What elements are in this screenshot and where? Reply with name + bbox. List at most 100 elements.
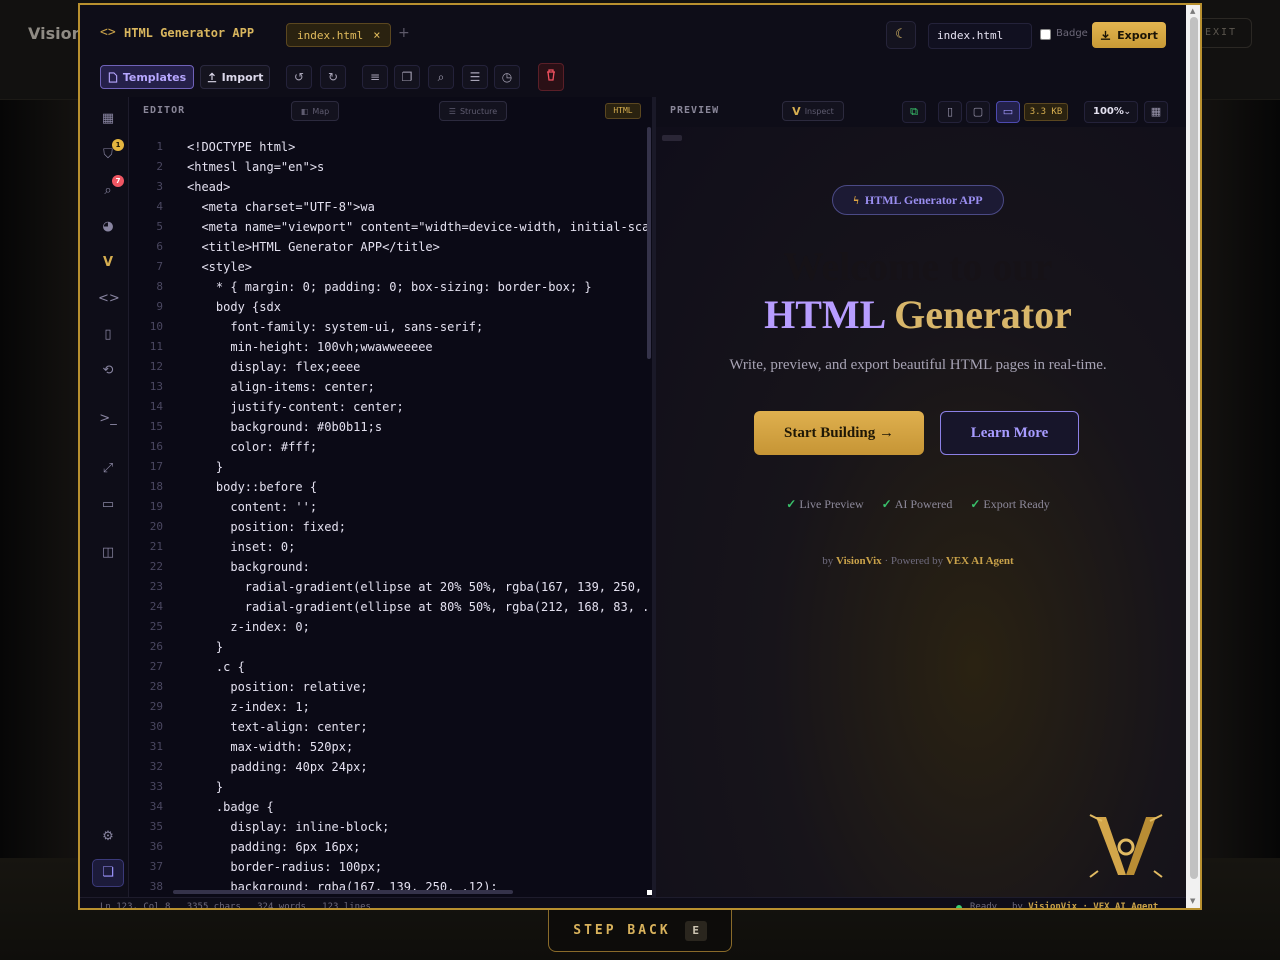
code-line[interactable]: .c { — [187, 657, 649, 677]
code-line[interactable]: position: fixed; — [187, 517, 649, 537]
code-line[interactable]: * { margin: 0; padding: 0; box-sizing: b… — [187, 277, 649, 297]
docs-button[interactable]: ❏ — [92, 859, 124, 887]
code-line[interactable]: } — [187, 637, 649, 657]
code-line[interactable]: body {sdx — [187, 297, 649, 317]
open-external-button[interactable]: ⧉ — [902, 101, 926, 123]
window-scrollbar[interactable]: ▲ ▼ — [1186, 5, 1200, 908]
settings-icon[interactable]: ⚙ — [98, 827, 118, 847]
refresh-icon[interactable]: ⟲ — [98, 361, 118, 381]
expand-icon[interactable]: ⤢ — [98, 459, 118, 479]
line-number: 20 — [149, 520, 163, 533]
templates-label: Templates — [122, 70, 187, 84]
scrollbar-thumb[interactable] — [1190, 17, 1198, 879]
code-line[interactable]: <htmesl lang="en">s — [187, 157, 649, 177]
code-line[interactable]: content: ''; — [187, 497, 649, 517]
code-line[interactable]: <meta name="viewport" content="width=dev… — [187, 217, 649, 237]
filename-input[interactable]: index.html — [928, 23, 1032, 49]
code-line[interactable]: max-width: 520px; — [187, 737, 649, 757]
grid-icon[interactable]: ▦ — [98, 109, 118, 129]
code-line[interactable]: display: flex;eeee — [187, 357, 649, 377]
code-line[interactable]: .badge { — [187, 797, 649, 817]
tablet-view-button[interactable]: ▢ — [966, 101, 990, 123]
code-line[interactable]: <head> — [187, 177, 649, 197]
undo-button[interactable]: ↺ — [286, 65, 312, 89]
format-button[interactable]: ≡ — [362, 65, 388, 89]
code-line[interactable]: min-height: 100vh;wwawweeeee — [187, 337, 649, 357]
editor-title: EDITOR — [143, 105, 186, 116]
desktop-view-button[interactable]: ▭ — [996, 101, 1020, 123]
templates-button[interactable]: Templates — [100, 65, 194, 89]
code-line[interactable]: body::before { — [187, 477, 649, 497]
code-area[interactable]: <!DOCTYPE html> <htmesl lang="en">s <head>… — [187, 137, 649, 897]
mobile-view-button[interactable]: ▯ — [938, 101, 962, 123]
code-line[interactable]: background: #0b0b11;s — [187, 417, 649, 437]
wrap-button[interactable]: ☰ — [462, 65, 488, 89]
terminal-icon[interactable]: >_ — [98, 409, 118, 429]
code-line[interactable]: <!DOCTYPE html> — [187, 137, 649, 157]
learn-more-button[interactable]: Learn More — [940, 411, 1079, 455]
credit-by: by — [822, 555, 837, 567]
theme-toggle-button[interactable]: ☾ — [886, 21, 916, 49]
badge-checkbox[interactable] — [1040, 29, 1051, 40]
code-line[interactable]: justify-content: center; — [187, 397, 649, 417]
clipboard-icon[interactable]: ▯ — [98, 325, 118, 345]
credit-agent[interactable]: VEX AI Agent — [946, 555, 1014, 567]
code-icon[interactable]: <> — [98, 289, 120, 309]
code-line[interactable]: radial-gradient(ellipse at 20% 50%, rgba… — [187, 577, 649, 597]
code-line[interactable]: display: inline-block; — [187, 817, 649, 837]
credit-brand[interactable]: VisionVix — [836, 555, 882, 567]
structure-toggle[interactable]: ☰ Structure — [439, 101, 507, 121]
code-line[interactable]: <meta charset="UTF-8">wa — [187, 197, 649, 217]
code-line[interactable]: color: #fff; — [187, 437, 649, 457]
code-line[interactable]: border-radius: 100px; — [187, 857, 649, 877]
code-line[interactable]: inset: 0; — [187, 537, 649, 557]
code-line[interactable]: z-index: 1; — [187, 697, 649, 717]
monitor-icon[interactable]: ▭ — [98, 495, 118, 515]
scroll-down-arrow-icon[interactable]: ▼ — [1190, 897, 1195, 905]
copy-button[interactable]: ❐ — [394, 65, 420, 89]
code-line[interactable]: radial-gradient(ellipse at 80% 50%, rgba… — [187, 597, 649, 617]
tablet-icon: ▢ — [972, 105, 984, 118]
code-line[interactable]: padding: 6px 16px; — [187, 837, 649, 857]
status-dot-icon — [956, 905, 962, 908]
import-button[interactable]: Import — [200, 65, 270, 89]
code-line[interactable]: background: rgba(167, 139, 250, .12); — [187, 877, 649, 897]
inspect-toggle[interactable]: V Inspect — [782, 101, 844, 121]
code-line[interactable]: z-index: 0; — [187, 617, 649, 637]
redo-button[interactable]: ↻ — [320, 65, 346, 89]
code-line[interactable]: align-items: center; — [187, 377, 649, 397]
history-button[interactable]: ◷ — [494, 65, 520, 89]
search-button[interactable]: ⌕ — [428, 65, 454, 89]
zoom-select[interactable]: 100% ⌄ — [1084, 101, 1138, 123]
status-brand-link[interactable]: VisionVix · VEX AI Agent — [1028, 902, 1158, 908]
line-number: 15 — [149, 420, 163, 433]
vision-logo-icon[interactable]: V — [98, 253, 118, 273]
exit-button[interactable]: EXIT — [1194, 18, 1252, 48]
code-line[interactable]: } — [187, 457, 649, 477]
credits-line: by VisionVix · Powered by VEX AI Agent — [656, 555, 1180, 567]
code-line[interactable]: position: relative; — [187, 677, 649, 697]
feature-item: ✓ AI Powered — [882, 497, 953, 512]
grid-overlay-button[interactable]: ▦ — [1144, 101, 1168, 123]
map-toggle[interactable]: ◧ Map — [291, 101, 339, 121]
step-back-button[interactable]: STEP BACK E — [548, 910, 732, 952]
scroll-up-arrow-icon[interactable]: ▲ — [1190, 7, 1195, 15]
code-line[interactable]: <style> — [187, 257, 649, 277]
code-line[interactable]: font-family: system-ui, sans-serif; — [187, 317, 649, 337]
close-icon[interactable]: × — [373, 28, 380, 42]
code-line[interactable]: <title>HTML Generator APP</title> — [187, 237, 649, 257]
code-line[interactable]: padding: 40px 24px; — [187, 757, 649, 777]
export-button[interactable]: Export — [1092, 22, 1166, 48]
file-tab-index[interactable]: index.html × — [286, 23, 392, 47]
line-number: 36 — [149, 840, 163, 853]
editor-horizontal-scrollbar[interactable] — [173, 890, 513, 894]
start-building-button[interactable]: Start Building → — [754, 411, 924, 455]
editor-vertical-scrollbar[interactable] — [647, 127, 651, 359]
code-line[interactable]: } — [187, 777, 649, 797]
split-view-icon[interactable]: ◫ — [98, 543, 118, 563]
add-tab-button[interactable]: + — [398, 25, 410, 41]
code-line[interactable]: background: — [187, 557, 649, 577]
code-line[interactable]: text-align: center; — [187, 717, 649, 737]
palette-icon[interactable]: ◕ — [98, 217, 118, 237]
delete-button[interactable] — [538, 63, 564, 91]
